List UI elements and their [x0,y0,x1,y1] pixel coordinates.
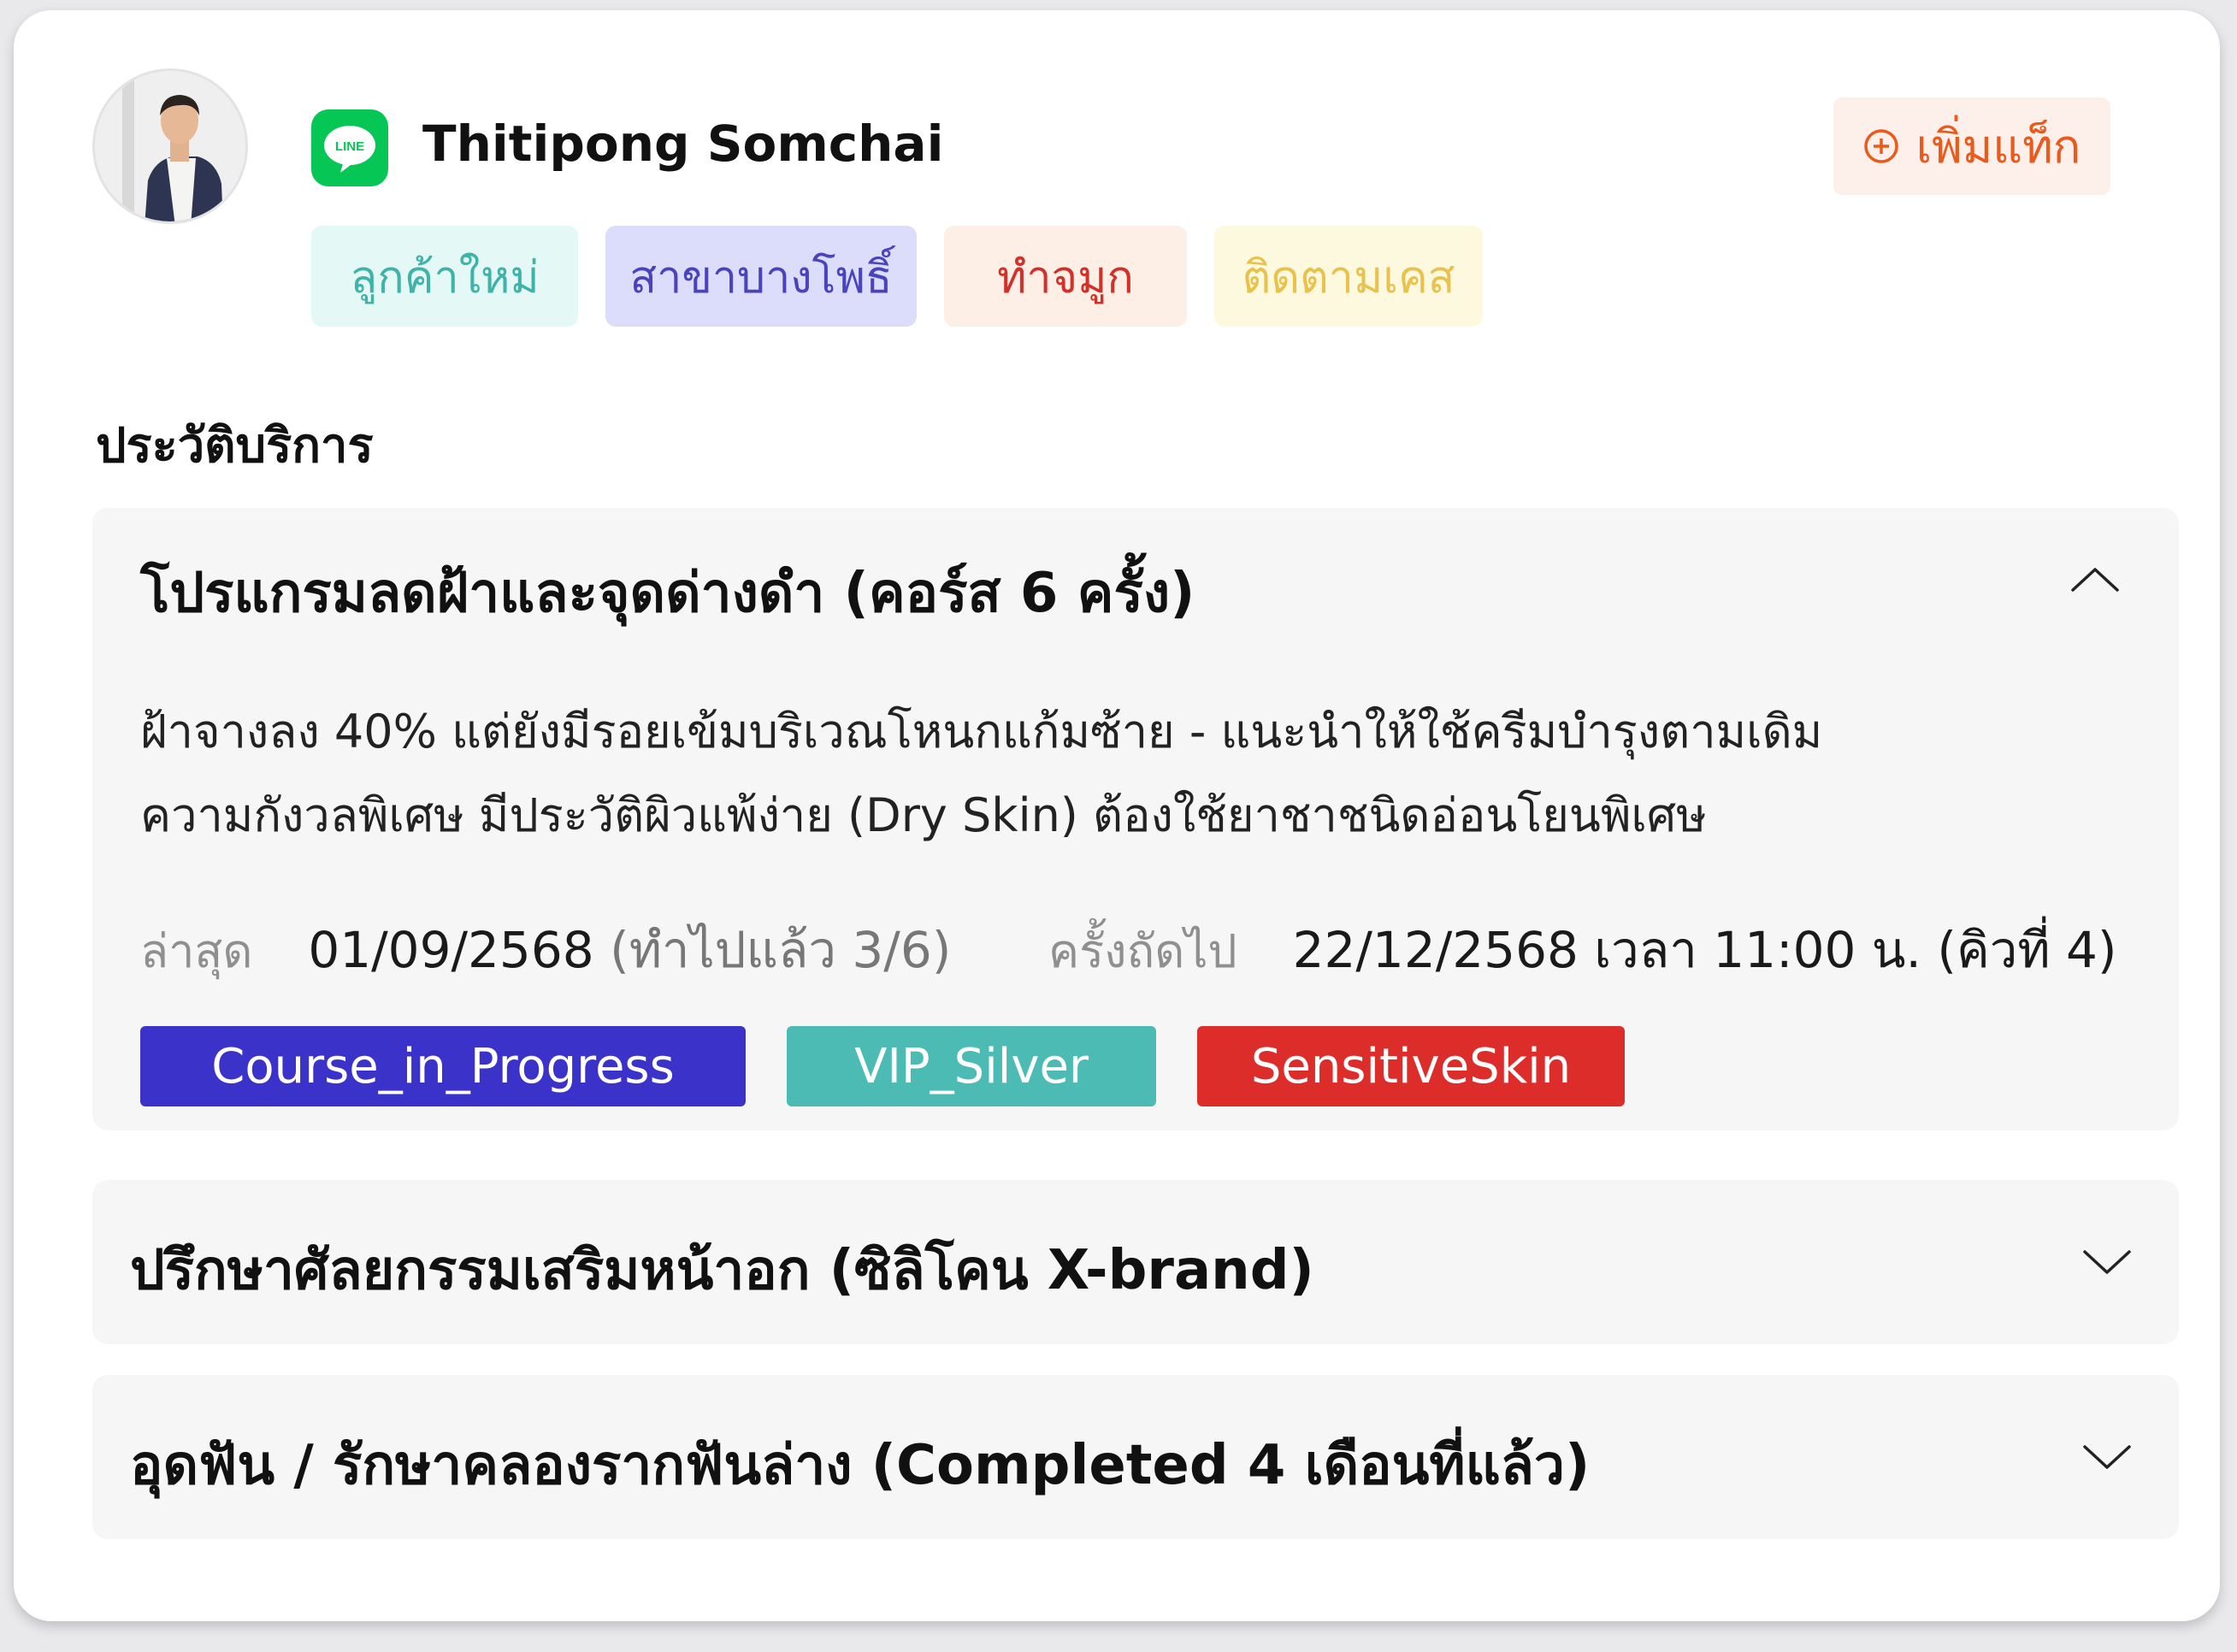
add-tag-label: เพิ่มแท็ก [1915,120,2081,174]
history-item-title[interactable]: โปรแกรมลดฝ้าและจุดด่างดำ (คอร์ส 6 ครั้ง) [140,549,1195,636]
history-item-collapsed[interactable]: อุดฟัน / รักษาคลองรากฟันล่าง (Completed … [92,1375,2179,1539]
next-appointment-datetime: 22/12/2568 เวลา 11:00 น. (คิวที่ 4) [1292,921,2117,979]
next-appointment: ครั้งถัดไป 22/12/2568 เวลา 11:00 น. (คิว… [1048,910,2117,989]
tag-chip-procedure[interactable]: ทำจมูก [944,226,1187,327]
avatar[interactable] [92,68,248,224]
person-photo [95,71,245,221]
status-badge-vip[interactable]: VIP_Silver [787,1026,1156,1106]
customer-card: LINE Thitipong Somchai เพิ่มแท็ก ลูกค้าใ… [14,10,2220,1621]
status-badge-sensitive[interactable]: SensitiveSkin [1197,1026,1625,1106]
course-progress: (ทำไปแล้ว 3/6) [610,921,952,979]
history-item-collapsed[interactable]: ปรึกษาศัลยกรรมเสริมหน้าอก (ซิลิโคน X-bra… [92,1180,2179,1344]
history-item-title[interactable]: อุดฟัน / รักษาคลองรากฟันล่าง (Completed … [130,1421,1590,1508]
chevron-up-icon[interactable] [2069,564,2121,593]
history-item-title[interactable]: ปรึกษาศัลยกรรมเสริมหน้าอก (ซิลิโคน X-bra… [130,1226,1314,1313]
plus-circle-icon [1863,129,1898,163]
last-visit-label: ล่าสุด [140,924,253,978]
history-note: ฝ้าจางลง 40% แต่ยังมีรอยเข้มบริเวณโหนกแก… [140,705,1823,758]
last-visit-date: 01/09/2568 [308,921,594,979]
line-icon[interactable]: LINE [311,109,388,186]
next-appointment-label: ครั้งถัดไป [1048,924,1237,978]
chevron-down-icon[interactable] [2081,1443,2133,1472]
chevron-down-icon[interactable] [2081,1248,2133,1277]
status-badge-course[interactable]: Course_in_Progress [140,1026,746,1106]
tag-chip-new-customer[interactable]: ลูกค้าใหม่ [311,226,578,327]
history-item-expanded: โปรแกรมลดฝ้าและจุดด่างดำ (คอร์ส 6 ครั้ง)… [92,508,2179,1130]
tag-chip-follow-up[interactable]: ติดตามเคส [1214,226,1483,327]
line-icon-label: LINE [335,139,364,154]
customer-name: Thitipong Somchai [422,115,944,173]
last-visit: ล่าสุด 01/09/2568 (ทำไปแล้ว 3/6) [140,910,951,989]
add-tag-button[interactable]: เพิ่มแท็ก [1833,97,2110,195]
history-note: ความกังวลพิเศษ มีประวัติผิวแพ้ง่าย (Dry … [140,788,1707,842]
tag-chip-branch[interactable]: สาขาบางโพธิ์ [605,226,917,327]
section-title-service-history: ประวัติบริการ [96,418,374,474]
